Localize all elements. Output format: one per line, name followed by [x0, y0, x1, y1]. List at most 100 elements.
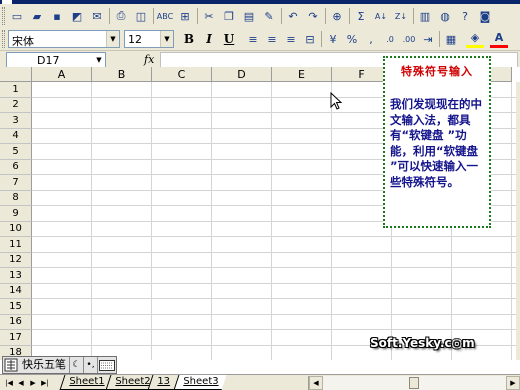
row-header[interactable]: 12 — [0, 252, 32, 268]
save-icon[interactable]: ▪ — [48, 7, 66, 25]
align-center-icon[interactable]: ≡ — [263, 30, 281, 48]
select-all-corner[interactable] — [0, 67, 32, 82]
help-icon[interactable]: ? — [456, 7, 474, 25]
camera-icon[interactable]: ◙ — [476, 7, 494, 25]
toolbar-grip[interactable] — [2, 7, 5, 25]
row-header[interactable]: 11 — [0, 237, 32, 253]
bold-button[interactable]: B — [180, 30, 198, 48]
next-sheet-icon[interactable]: ▶ — [28, 377, 38, 389]
scroll-left-icon[interactable]: ◀ — [309, 376, 323, 390]
column-header[interactable]: B — [92, 67, 152, 82]
column-header[interactable]: C — [152, 67, 212, 82]
decrease-decimal-icon[interactable]: .00 — [400, 30, 418, 48]
cut-icon[interactable]: ✂ — [200, 7, 218, 25]
drawing-icon[interactable]: ◍ — [436, 7, 454, 25]
chevron-down-icon[interactable]: ▼ — [93, 53, 105, 67]
currency-icon[interactable]: ¥ — [324, 30, 342, 48]
row-header[interactable]: 13 — [0, 268, 32, 284]
format-painter-icon[interactable]: ✎ — [260, 7, 278, 25]
first-sheet-icon[interactable]: |◀ — [4, 377, 14, 389]
row-header[interactable]: 9 — [0, 206, 32, 222]
scroll-thumb[interactable] — [409, 377, 419, 389]
row-header[interactable]: 7 — [0, 175, 32, 191]
sheet-tab[interactable]: Sheet3 — [173, 375, 227, 390]
name-box-value: D17 — [37, 54, 60, 67]
chevron-down-icon[interactable]: ▼ — [106, 31, 119, 47]
punctuation-toggle[interactable]: •, — [84, 357, 98, 373]
new-icon[interactable]: ▭ — [8, 7, 26, 25]
font-name-select[interactable]: 宋体 ▼ — [8, 30, 120, 48]
print-icon[interactable]: ⎙ — [112, 7, 130, 25]
gridline — [32, 251, 520, 253]
spelling-icon[interactable]: ABC — [156, 7, 174, 25]
row-header[interactable]: 2 — [0, 97, 32, 113]
paste-icon[interactable]: ▤ — [240, 7, 258, 25]
last-sheet-icon[interactable]: ▶| — [40, 377, 50, 389]
vertical-scrollbar[interactable] — [516, 82, 520, 360]
font-color-icon[interactable]: A — [490, 30, 508, 48]
align-left-icon[interactable]: ≡ — [244, 30, 262, 48]
prev-sheet-icon[interactable]: ◀ — [16, 377, 26, 389]
moon-icon[interactable]: ☾ — [70, 357, 84, 373]
row-header[interactable]: 10 — [0, 221, 32, 237]
ime-name[interactable]: 快乐五笔 — [19, 357, 70, 373]
soft-keyboard-icon[interactable] — [98, 357, 116, 373]
autosum-icon[interactable]: Σ — [352, 7, 370, 25]
horizontal-scrollbar[interactable]: ◀ ▶ — [308, 376, 520, 390]
font-size-select[interactable]: 12 ▼ — [124, 30, 174, 48]
toolbar-separator — [439, 31, 440, 47]
indent-icon[interactable]: ⇥ — [419, 30, 437, 48]
chevron-down-icon[interactable]: ▼ — [160, 31, 173, 47]
column-header[interactable]: E — [272, 67, 332, 82]
insert-function-button[interactable]: fx — [144, 53, 154, 66]
row-header[interactable]: 3 — [0, 113, 32, 129]
increase-decimal-icon[interactable]: .0 — [381, 30, 399, 48]
row-header[interactable]: 17 — [0, 330, 32, 346]
comma-style-icon[interactable]: , — [362, 30, 380, 48]
ime-logo-icon[interactable] — [3, 357, 19, 373]
underline-button[interactable]: U — [220, 30, 238, 48]
name-box[interactable]: D17 ▼ — [6, 52, 106, 68]
align-right-icon[interactable]: ≡ — [282, 30, 300, 48]
borders-icon[interactable]: ▦ — [442, 30, 460, 48]
gridline — [32, 236, 520, 237]
permission-icon[interactable]: ◩ — [68, 7, 86, 25]
email-icon[interactable]: ✉ — [88, 7, 106, 25]
hyperlink-icon[interactable]: ⊕ — [328, 7, 346, 25]
sort-ascending-icon[interactable]: A↓ — [372, 7, 390, 25]
row-header[interactable]: 4 — [0, 128, 32, 144]
column-header[interactable]: A — [32, 67, 92, 82]
row-header[interactable]: 15 — [0, 299, 32, 315]
research-icon[interactable]: ⊞ — [176, 7, 194, 25]
row-header[interactable]: 6 — [0, 159, 32, 175]
toolbar-grip[interactable] — [2, 30, 5, 48]
text-box[interactable]: 特殊符号输入 我们发现现在的中文输入法，都具有“软键盘 ”功能，利用“软键盘 ”… — [383, 56, 491, 228]
gridline — [32, 313, 520, 315]
toolbar-separator — [321, 31, 322, 47]
gridline — [32, 298, 520, 299]
fill-color-icon[interactable]: ◈ — [466, 30, 484, 48]
row-header[interactable]: 14 — [0, 283, 32, 299]
toolbar-separator — [109, 8, 110, 24]
open-icon[interactable]: ▰ — [28, 7, 46, 25]
sheet-tab[interactable]: Sheet1 — [59, 375, 113, 390]
row-header[interactable]: 8 — [0, 190, 32, 206]
scroll-right-icon[interactable]: ▶ — [506, 376, 520, 390]
toolbar-separator — [153, 8, 154, 24]
column-header[interactable]: D — [212, 67, 272, 82]
undo-icon[interactable]: ↶ — [284, 7, 302, 25]
redo-icon[interactable]: ↷ — [304, 7, 322, 25]
merge-center-icon[interactable]: ⊟ — [301, 30, 319, 48]
row-header[interactable]: 5 — [0, 144, 32, 160]
toolbar-separator — [349, 8, 350, 24]
copy-icon[interactable]: ❐ — [220, 7, 238, 25]
note-title: 特殊符号输入 — [401, 65, 473, 78]
italic-button[interactable]: I — [200, 30, 218, 48]
row-header[interactable]: 16 — [0, 314, 32, 330]
percent-icon[interactable]: % — [343, 30, 361, 48]
print-preview-icon[interactable]: ◫ — [132, 7, 150, 25]
sort-descending-icon[interactable]: Z↓ — [392, 7, 410, 25]
chart-wizard-icon[interactable]: ▥ — [416, 7, 434, 25]
row-header[interactable]: 1 — [0, 82, 32, 98]
sheet-tabs-bar: |◀ ◀ ▶ ▶| ◀ ▶ Sheet1 Sheet2 13 Sheet3 — [0, 374, 520, 390]
